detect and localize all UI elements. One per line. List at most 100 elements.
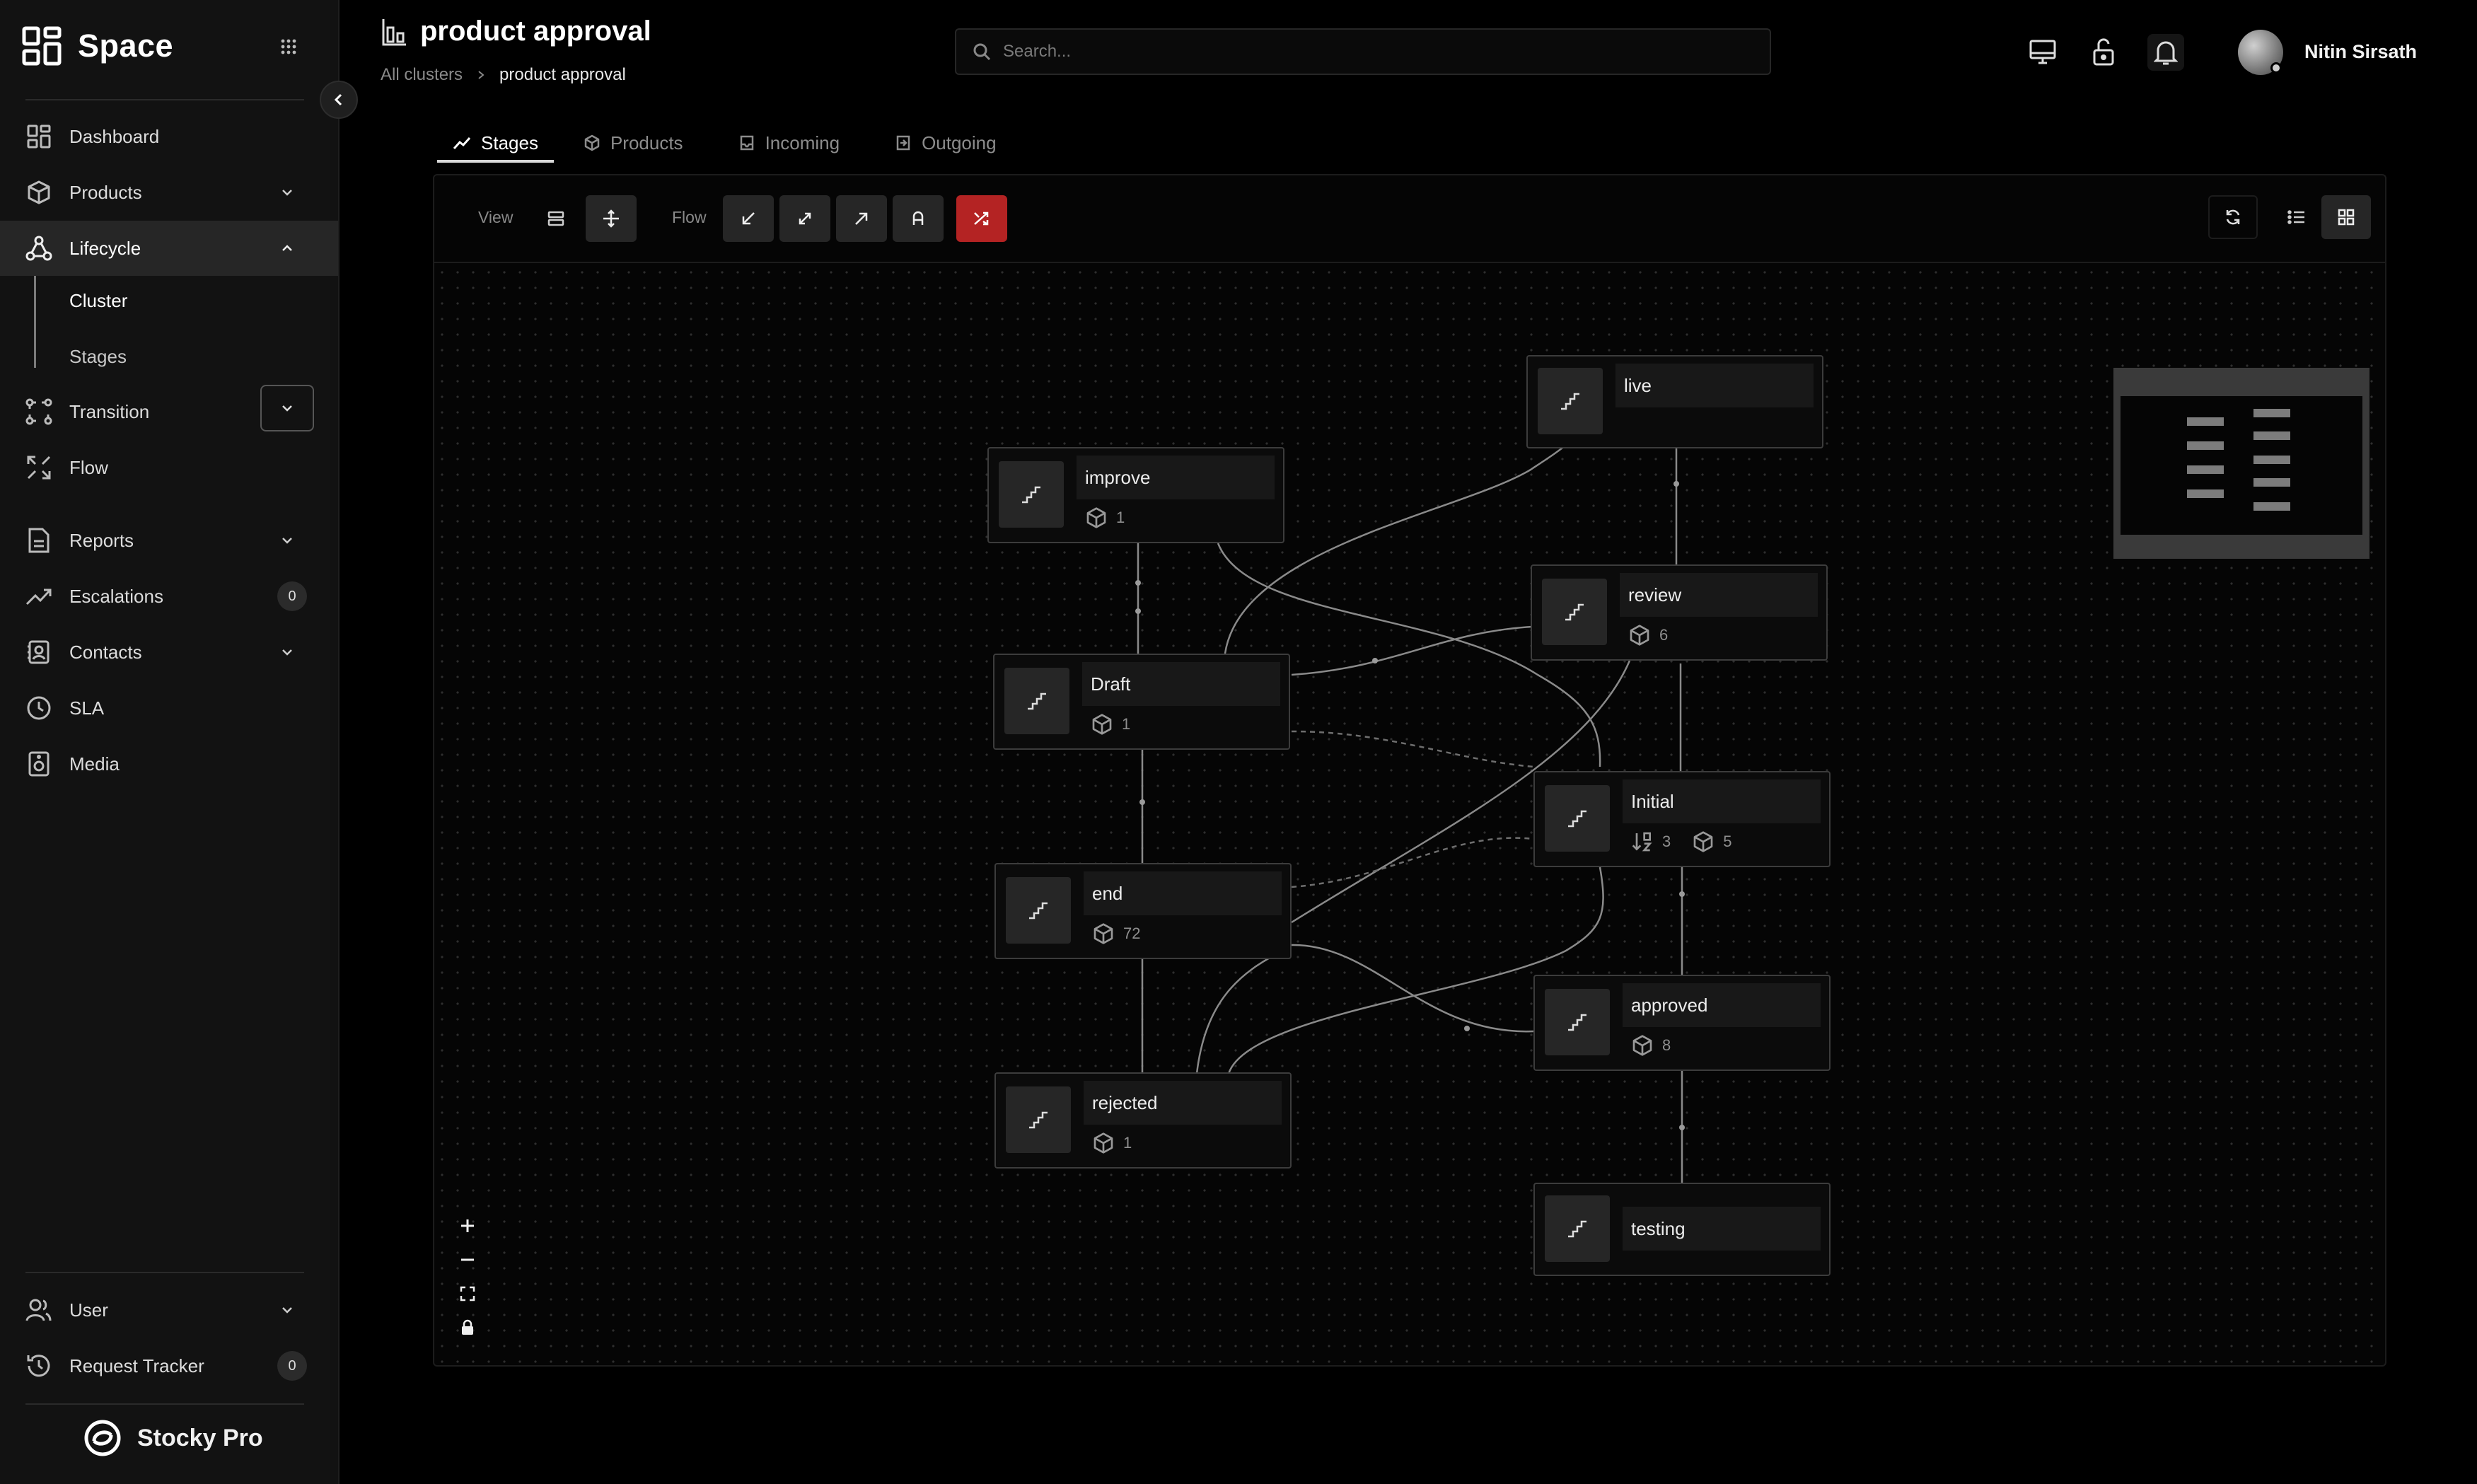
user-name[interactable]: Nitin Sirsath	[2304, 41, 2417, 63]
stage-name: review	[1620, 573, 1818, 617]
stage-name: rejected	[1084, 1081, 1282, 1125]
stage-node-initial[interactable]: Initial 3 5	[1533, 771, 1831, 867]
stage-node-rejected[interactable]: rejected 1	[994, 1072, 1292, 1169]
submenu-indicator	[34, 276, 36, 368]
stage-node-review[interactable]: review 6	[1531, 564, 1828, 661]
chevron-down-icon[interactable]	[274, 639, 300, 665]
flow-shuffle-button[interactable]	[956, 195, 1007, 242]
stage-node-live[interactable]: live	[1526, 355, 1823, 448]
stairs-icon	[1545, 989, 1610, 1055]
presence-indicator	[2270, 62, 2282, 74]
tab-label: Outgoing	[922, 132, 997, 153]
minimap-viewport	[2121, 396, 2362, 535]
bell-icon	[2154, 41, 2178, 65]
search-input[interactable]	[1003, 42, 1746, 62]
grid-view-button[interactable]	[2321, 195, 2371, 239]
fit-view-button[interactable]	[451, 1277, 484, 1310]
search-bar[interactable]	[955, 28, 1771, 75]
flow-direction-out-button[interactable]	[836, 195, 887, 242]
sidebar-subitem-cluster[interactable]: Cluster	[69, 290, 127, 312]
transition-dropdown-button[interactable]	[260, 385, 314, 431]
sidebar-item-escalations[interactable]: Escalations 0	[0, 569, 338, 624]
tab-incoming[interactable]: Incoming	[723, 124, 856, 161]
edge-end-initial	[1291, 837, 1534, 888]
view-list-layout-button[interactable]	[530, 195, 581, 242]
sidebar-item-products[interactable]: Products	[0, 165, 338, 220]
sidebar-item-sla[interactable]: SLA	[0, 680, 338, 736]
minus-icon	[461, 1258, 474, 1261]
flow-text-button[interactable]	[893, 195, 944, 242]
sidebar-item-lifecycle[interactable]: Lifecycle	[0, 221, 338, 276]
flow-icon	[24, 453, 54, 482]
refresh-button[interactable]	[2208, 195, 2258, 239]
sidebar-item-contacts[interactable]: Contacts	[0, 625, 338, 680]
sidebar-item-label: Media	[69, 753, 120, 775]
sidebar-item-request-tracker[interactable]: Request Tracker 0	[0, 1338, 338, 1393]
sidebar-item-label: User	[69, 1299, 108, 1321]
media-icon	[24, 749, 54, 779]
sidebar-item-label: SLA	[69, 697, 105, 719]
outbox-icon	[896, 135, 910, 151]
tab-stages[interactable]: Stages	[437, 124, 554, 163]
tab-products[interactable]: Products	[568, 124, 699, 161]
sidebar-item-dashboard[interactable]: Dashboard	[0, 109, 338, 164]
sidebar-item-label: Lifecycle	[69, 237, 141, 259]
zoom-out-button[interactable]	[451, 1244, 484, 1276]
zoom-in-button[interactable]	[451, 1210, 484, 1242]
package-icon	[1630, 625, 1649, 646]
chevron-down-icon[interactable]	[274, 1297, 300, 1323]
lock-icon-button[interactable]	[2085, 34, 2122, 71]
stairs-icon	[1004, 668, 1069, 734]
sidebar-item-flow[interactable]: Flow	[0, 440, 338, 495]
sidebar-item-label: Dashboard	[69, 125, 160, 147]
sidebar-collapse-button[interactable]	[320, 81, 358, 119]
sidebar-item-reports[interactable]: Reports	[0, 513, 338, 568]
minimap[interactable]	[2113, 368, 2369, 559]
stage-name: approved	[1623, 983, 1821, 1027]
notifications-button[interactable]	[2147, 34, 2184, 71]
tab-outgoing[interactable]: Outgoing	[879, 124, 1012, 161]
stage-node-draft[interactable]: Draft 1	[993, 654, 1290, 750]
stage-node-testing[interactable]: testing	[1533, 1183, 1831, 1276]
chevron-up-icon[interactable]	[274, 236, 300, 261]
brand-name: Space	[78, 28, 174, 64]
display-icon-button[interactable]	[2024, 34, 2061, 71]
flow-direction-in-button[interactable]	[723, 195, 774, 242]
chevron-down-icon[interactable]	[274, 528, 300, 553]
stage-name: testing	[1623, 1207, 1821, 1251]
apps-grid-icon[interactable]	[274, 33, 303, 61]
stage-meta: 1	[1085, 506, 1137, 529]
flow-direction-both-button[interactable]	[779, 195, 830, 242]
stage-name: live	[1615, 364, 1814, 407]
shuffle-icon	[974, 211, 989, 226]
footer-brand: Stocky Pro	[82, 1418, 263, 1459]
stage-name: Initial	[1623, 779, 1821, 823]
sidebar: Space Dashboard Products Lifecycle Clust…	[0, 0, 340, 1484]
sidebar-item-media[interactable]: Media	[0, 736, 338, 792]
product-count: 6	[1659, 626, 1669, 644]
list-view-button[interactable]	[2272, 195, 2321, 239]
brand[interactable]: Space	[21, 25, 173, 66]
sidebar-item-label: Reports	[69, 529, 134, 551]
breadcrumb-all-clusters[interactable]: All clusters	[381, 65, 463, 85]
sidebar-item-user[interactable]: User	[0, 1282, 338, 1338]
dashboard-icon	[24, 122, 54, 151]
grid-icon	[2338, 209, 2355, 226]
stage-node-end[interactable]: end 72	[994, 863, 1292, 959]
edge-rejected-end	[1195, 949, 1284, 1074]
sidebar-subitem-stages[interactable]: Stages	[69, 346, 127, 368]
sidebar-item-label: Flow	[69, 456, 108, 478]
stage-node-approved[interactable]: approved 8	[1533, 975, 1831, 1071]
move-icon	[603, 209, 619, 228]
chevron-down-icon[interactable]	[274, 180, 300, 205]
package-icon	[1086, 507, 1106, 528]
sidebar-item-label: Products	[69, 181, 142, 203]
view-tree-layout-button[interactable]	[586, 195, 637, 242]
product-count: 1	[1123, 1134, 1132, 1152]
stage-node-improve[interactable]: improve 1	[987, 447, 1284, 543]
transition-count: 3	[1662, 833, 1671, 850]
lock-canvas-button[interactable]	[451, 1311, 484, 1344]
stage-meta: 6	[1628, 624, 1681, 647]
flow-canvas[interactable]: live improve 1 review 6 Draft 1 Initial …	[434, 265, 2385, 1365]
stairs-icon	[1006, 877, 1071, 944]
